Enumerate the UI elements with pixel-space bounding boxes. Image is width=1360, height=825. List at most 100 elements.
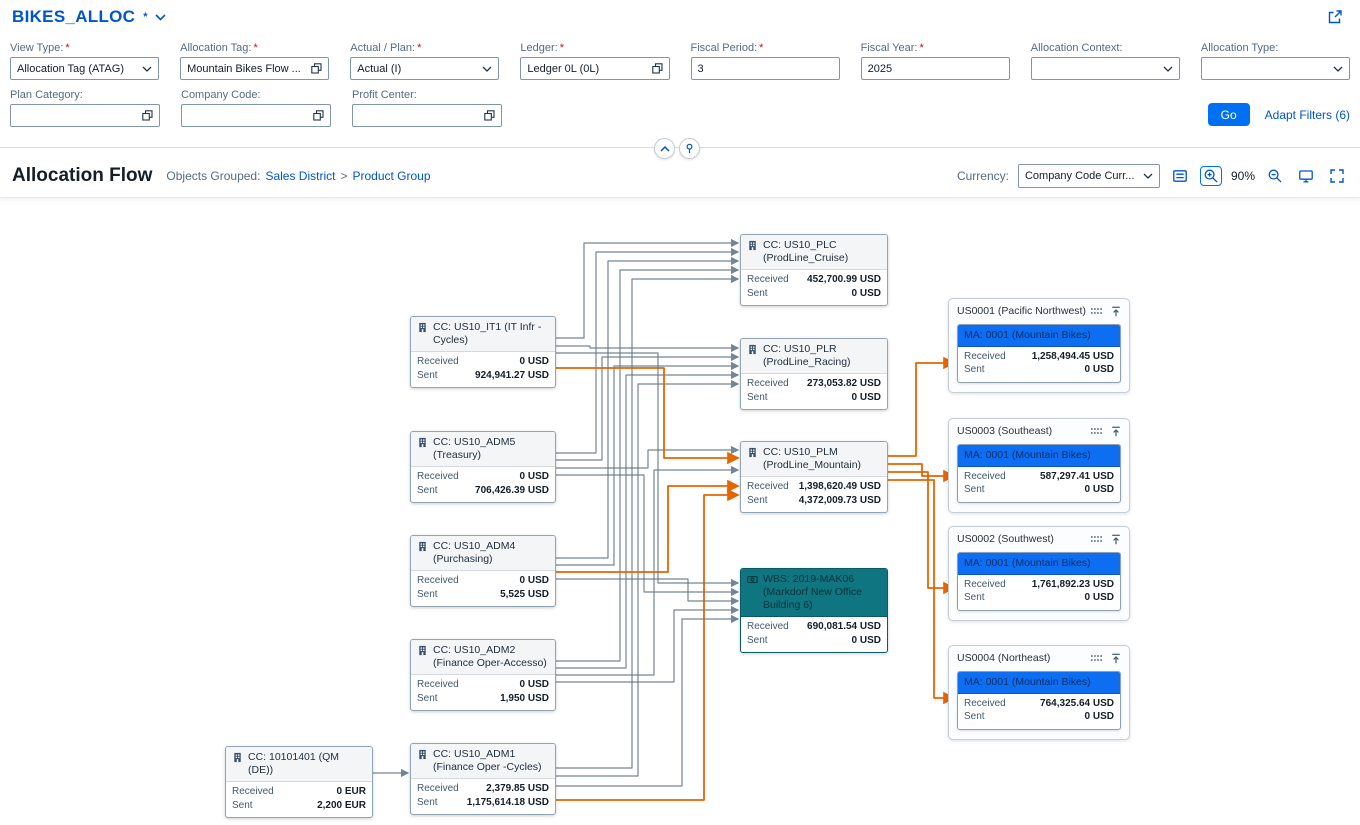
presentation-icon[interactable]	[1295, 166, 1317, 186]
kv-value: 2,379.85 USD	[486, 782, 549, 796]
filter-label: Fiscal Year:*	[861, 42, 1010, 54]
input-allocation-tag[interactable]: Mountain Bikes Flow ...	[180, 57, 329, 80]
filter-field-allocation-type: Allocation Type:	[1201, 42, 1350, 80]
group-node-g4[interactable]: US0004 (Northeast)MA: 0001 (Mountain Bik…	[948, 645, 1130, 740]
fullscreen-icon[interactable]	[1326, 166, 1348, 186]
group-node-g1[interactable]: US0001 (Pacific Northwest)MA: 0001 (Moun…	[948, 298, 1130, 393]
kv-value: 0 USD	[1085, 710, 1114, 724]
kv-label: Received	[747, 480, 789, 494]
sent-row: Sent5,525 USD	[417, 588, 549, 602]
node-title: CC: US10_PLR (ProdLine_Racing)	[763, 343, 881, 369]
value-help-icon[interactable]	[311, 63, 322, 74]
collapse-header-button[interactable]	[654, 138, 675, 159]
filter-label: View Type:*	[10, 42, 159, 54]
flow-node-wbs[interactable]: WBS: 2019-MAK06 (Markdorf New Office Bui…	[740, 568, 888, 653]
kv-value: 1,258,494.45 USD	[1032, 350, 1114, 364]
kv-label: Sent	[747, 287, 768, 301]
dropdown-view-type[interactable]: Allocation Tag (ATAG)	[10, 57, 159, 80]
input-company-code[interactable]	[181, 104, 331, 127]
input-ledger[interactable]: Ledger 0L (0L)	[520, 57, 669, 80]
flow-node-plr[interactable]: CC: US10_PLR (ProdLine_Racing) Received27…	[740, 338, 888, 410]
dropdown-allocation-type[interactable]	[1201, 57, 1350, 80]
input-profit-center[interactable]	[352, 104, 502, 127]
filter-actions: Go Adapt Filters (6)	[1208, 103, 1350, 127]
legend-icon[interactable]	[1169, 166, 1191, 186]
filter-field-view-type: View Type:* Allocation Tag (ATAG)	[10, 42, 159, 80]
pin-header-button[interactable]	[679, 138, 700, 159]
flow-node-plm[interactable]: CC: US10_PLM (ProdLine_Mountain)Received…	[740, 441, 888, 513]
kv-label: Received	[747, 273, 789, 287]
dropdown-allocation-context[interactable]	[1031, 57, 1180, 80]
received-row: Received0 EUR	[232, 785, 366, 799]
group-node-g2[interactable]: US0002 (Southwest) MA: 0001 (Mountain Bik…	[948, 526, 1130, 621]
flow-node-adm5[interactable]: CC: US10_ADM5 (Treasury)Received0 USDSen…	[410, 431, 556, 503]
collapse-group-icon[interactable]	[1111, 534, 1121, 545]
allocation-card[interactable]: MA: 0001 (Mountain Bikes)Received764,325…	[957, 671, 1121, 730]
adapt-filters-link[interactable]: Adapt Filters (6)	[1265, 108, 1350, 122]
flow-node-adm2[interactable]: CC: US10_ADM2 (Finance Oper-Accesso)Rece…	[410, 639, 556, 711]
sent-row: Sent4,372,009.73 USD	[747, 494, 881, 508]
flow-node-plc[interactable]: CC: US10_PLC (ProdLine_Cruise)Received45…	[740, 234, 888, 306]
field-value: 3	[698, 63, 833, 75]
currency-select[interactable]: Company Code Curr...	[1018, 164, 1160, 188]
allocation-card[interactable]: MA: 0001 (Mountain Bikes)Received1,761,8…	[957, 552, 1121, 611]
kv-value: 690,081.54 USD	[807, 620, 881, 634]
dropdown-actual-plan[interactable]: Actual (I)	[350, 57, 499, 80]
grid-menu-icon[interactable]	[1090, 427, 1103, 435]
allocation-card[interactable]: MA: 0001 (Mountain Bikes)Received587,297…	[957, 444, 1121, 503]
kv-value: 2,200 EUR	[317, 799, 366, 813]
sent-row: Sent0 USD	[747, 391, 881, 405]
collapse-group-icon[interactable]	[1111, 653, 1121, 664]
collapse-group-icon[interactable]	[1111, 426, 1121, 437]
zoom-in-icon[interactable]	[1200, 166, 1222, 186]
received-row: Received764,325.64 USD	[964, 697, 1114, 711]
flow-node-it1[interactable]: CC: US10_IT1 (IT Infr - Cycles)Received0…	[410, 316, 556, 388]
received-row: Received0 USD	[417, 470, 549, 484]
value-help-icon[interactable]	[142, 110, 153, 121]
grouped-link-product-group[interactable]: Product Group	[352, 169, 430, 183]
kv-value: 706,426.39 USD	[475, 484, 549, 498]
grouped-link-sales-district[interactable]: Sales District	[265, 169, 335, 183]
kv-label: Sent	[964, 710, 985, 724]
received-row: Received1,258,494.45 USD	[964, 350, 1114, 364]
grid-menu-icon[interactable]	[1090, 535, 1103, 543]
value-help-icon[interactable]	[313, 110, 324, 121]
collapse-group-icon[interactable]	[1111, 306, 1121, 317]
grid-menu-icon[interactable]	[1090, 654, 1103, 662]
zoom-out-icon[interactable]	[1264, 166, 1286, 186]
input-fiscal-period[interactable]: 3	[691, 57, 840, 80]
received-row: Received 2,379.85 USD	[417, 782, 549, 796]
kv-value: 0 USD	[520, 678, 549, 692]
input-plan-category[interactable]	[10, 104, 160, 127]
flow-edge-adm5-wbs	[556, 475, 738, 592]
group-title: US0002 (Southwest)	[957, 533, 1090, 545]
kv-label: Received	[747, 377, 789, 391]
allocation-card[interactable]: MA: 0001 (Mountain Bikes)Received1,258,4…	[957, 324, 1121, 383]
kv-label: Sent	[747, 634, 768, 648]
sent-row: Sent0 USD	[964, 363, 1114, 377]
chevron-down-icon[interactable]	[155, 14, 166, 21]
go-button[interactable]: Go	[1208, 103, 1250, 126]
sent-row: Sent 0 USD	[964, 710, 1114, 724]
input-fiscal-year[interactable]: 2025	[861, 57, 1010, 80]
received-row: Received273,053.82 USD	[747, 377, 881, 391]
flow-node-adm1[interactable]: CC: US10_ADM1 (Finance Oper -Cycles)Rece…	[410, 743, 556, 815]
node-header: CC: US10_IT1 (IT Infr - Cycles)	[411, 317, 555, 352]
field-value: Actual (I)	[357, 63, 478, 75]
value-help-icon[interactable]	[484, 110, 495, 121]
filter-field-actual-plan: Actual / Plan:*Actual (I)	[350, 42, 499, 80]
zoom-level: 90%	[1231, 169, 1255, 183]
flow-edge-adm4-plm	[556, 486, 738, 572]
node-title: CC: US10_IT1 (IT Infr - Cycles)	[433, 321, 549, 347]
value-help-icon[interactable]	[652, 63, 663, 74]
grid-menu-icon[interactable]	[1090, 307, 1103, 315]
flow-node-qm[interactable]: CC: 10101401 (QM (DE))Received0 EURSent2…	[225, 746, 373, 818]
group-node-g3[interactable]: US0003 (Southeast)MA: 0001 (Mountain Bik…	[948, 418, 1130, 513]
flow-node-adm4[interactable]: CC: US10_ADM4 (Purchasing)Received0 USDS…	[410, 535, 556, 607]
required-marker: *	[65, 42, 69, 54]
kv-label: Received	[417, 782, 459, 796]
share-icon[interactable]	[1324, 7, 1346, 27]
kv-label: Sent	[964, 363, 985, 377]
required-marker: *	[560, 42, 564, 54]
filter-row-1: View Type:* Allocation Tag (ATAG) Allocati…	[10, 42, 1350, 80]
